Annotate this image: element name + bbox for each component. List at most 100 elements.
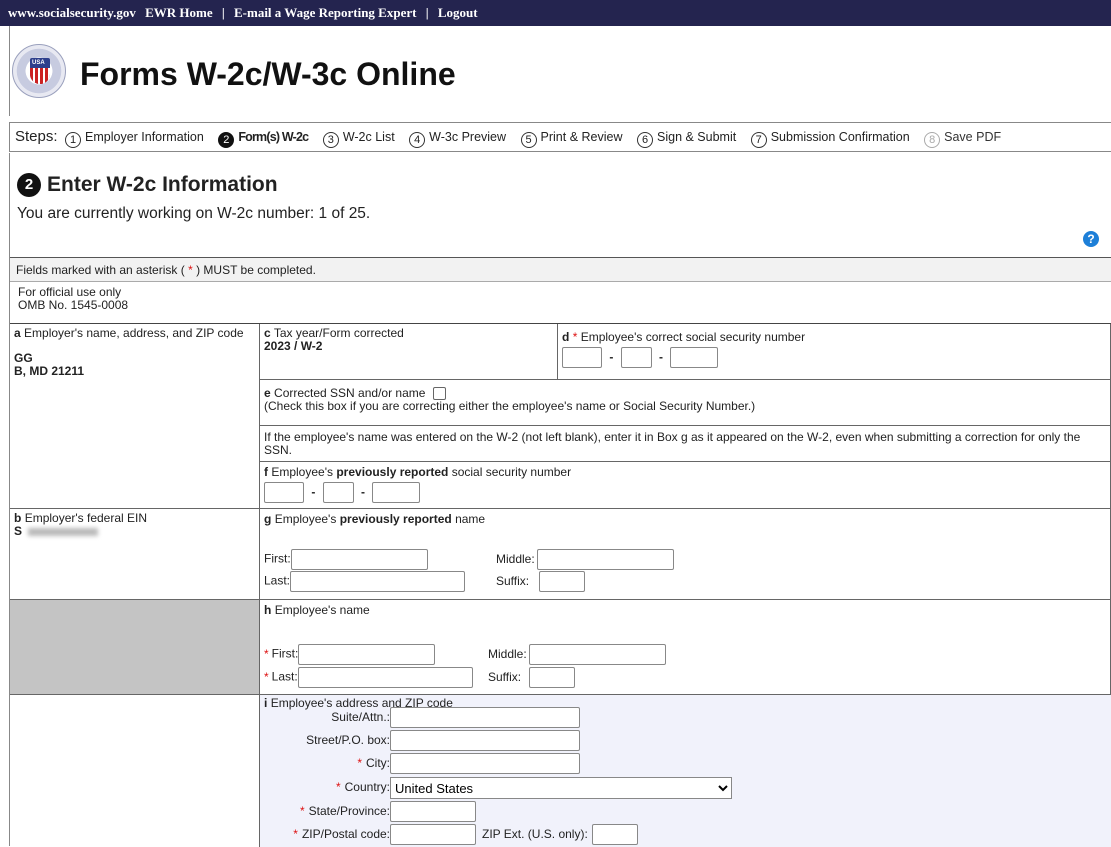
step-employer-information[interactable]: 1 Employer Information xyxy=(65,130,204,148)
step-label: Sign & Submit xyxy=(657,130,737,144)
asterisk: * xyxy=(335,780,341,795)
state-input[interactable] xyxy=(390,801,476,822)
required-notice: Fields marked with an asterisk ( * ) MUS… xyxy=(10,258,1111,282)
seal-text: USA xyxy=(32,60,45,66)
suffix-input[interactable] xyxy=(529,667,576,688)
ewr-home-link[interactable]: EWR Home xyxy=(145,5,213,20)
box-letter: f xyxy=(264,465,268,479)
step-label: W-2c List xyxy=(342,130,395,144)
official-use-row: For official use only OMB No. 1545-0008 xyxy=(10,282,1111,324)
box-g-previous-name: g Employee's previously reported name Fi… xyxy=(260,509,1111,600)
country-select[interactable]: United States xyxy=(390,777,732,799)
asterisk: * xyxy=(299,803,305,818)
ssn-area-input[interactable] xyxy=(562,347,602,368)
step-number-icon: 6 xyxy=(637,132,653,148)
step-number-icon: 8 xyxy=(924,132,941,148)
suffix-label: Suffix: xyxy=(488,669,522,684)
section-heading-text: Enter W-2c Information xyxy=(47,173,278,196)
step-w3c-preview[interactable]: 4 W-3c Preview xyxy=(409,130,506,148)
box-b-ein: b Employer's federal EIN S xyxy=(10,509,260,600)
state-label: * State/Province: xyxy=(264,804,390,818)
box-a-employer: a Employer's name, address, and ZIP code… xyxy=(10,324,260,509)
step-number-icon: 7 xyxy=(750,132,767,148)
first-name-input[interactable] xyxy=(298,644,436,665)
middle-name-input[interactable] xyxy=(528,644,666,665)
zip-label-text: ZIP/Postal code: xyxy=(301,826,390,841)
ssn-group-input[interactable] xyxy=(620,347,652,368)
country-label-text: Country: xyxy=(344,780,390,795)
prev-ssn-group-input[interactable] xyxy=(322,482,354,503)
suffix-label: Suffix: xyxy=(496,573,530,588)
w2c-form: Fields marked with an asterisk ( * ) MUS… xyxy=(10,257,1111,847)
prev-ssn-area-input[interactable] xyxy=(264,482,304,503)
last-name-input[interactable] xyxy=(297,667,473,688)
dash: - xyxy=(361,484,366,499)
step-label: Form(s) W-2c xyxy=(238,130,309,144)
step-label: Submission Confirmation xyxy=(770,130,910,144)
dash: - xyxy=(609,349,614,364)
street-label: Street/P.O. box: xyxy=(306,732,390,747)
step-forms-w2c[interactable]: 2 Form(s) W-2c xyxy=(218,130,309,148)
step-submission-confirmation[interactable]: 7 Submission Confirmation xyxy=(750,130,910,148)
step-print-review[interactable]: 5 Print & Review xyxy=(520,130,623,148)
prev-middle-name-input[interactable] xyxy=(536,549,674,570)
asterisk: * xyxy=(572,330,578,344)
prev-first-name-input[interactable] xyxy=(290,549,428,570)
help-icon[interactable]: ? xyxy=(1083,231,1099,247)
step-w2c-list[interactable]: 3 W-2c List xyxy=(322,130,395,148)
page: www.socialsecurity.gov EWR Home | E-mail… xyxy=(0,0,1111,847)
step-sign-submit[interactable]: 6 Sign & Submit xyxy=(637,130,736,148)
zip-input[interactable] xyxy=(390,824,476,845)
suite-input[interactable] xyxy=(390,707,580,728)
box-d-correct-ssn: d * Employee's correct social security n… xyxy=(558,324,1111,380)
tax-year-value: 2023 / W-2 xyxy=(264,339,323,353)
prev-suffix-input[interactable] xyxy=(539,571,586,592)
employer-address: B, MD 21211 xyxy=(14,364,85,378)
box-i-left-blank xyxy=(10,695,260,847)
box-e-label: Corrected SSN and/or name xyxy=(274,386,426,400)
box-g-bold: previously reported xyxy=(339,512,452,526)
box-letter: g xyxy=(264,512,272,526)
city-input[interactable] xyxy=(390,753,580,774)
steps-label: Steps: xyxy=(15,128,58,145)
site-link[interactable]: www.socialsecurity.gov xyxy=(8,5,136,20)
ein-prefix: S xyxy=(14,524,23,538)
logout-link[interactable]: Logout xyxy=(438,5,478,20)
zip-ext-input[interactable] xyxy=(591,824,638,845)
prev-ssn-serial-input[interactable] xyxy=(372,482,421,503)
nav-separator: | xyxy=(221,5,225,20)
step-number-icon: 2 xyxy=(218,132,235,148)
box-g-label-end: name xyxy=(455,512,486,526)
asterisk: * xyxy=(264,669,269,684)
step-label: W-3c Preview xyxy=(429,130,507,144)
street-input[interactable] xyxy=(390,730,580,751)
official-use-label: For official use only xyxy=(18,285,122,299)
box-f-previous-ssn: f Employee's previously reported social … xyxy=(260,462,1111,509)
box-letter: h xyxy=(264,603,272,617)
page-header: USA Forms W-2c/W-3c Online xyxy=(9,26,1111,116)
last-label: Last: xyxy=(264,573,291,588)
box-i-employee-address: i Employee's address and ZIP code Suite/… xyxy=(260,695,1111,847)
step-number-icon: 3 xyxy=(322,132,339,148)
box-letter: d xyxy=(562,330,570,344)
zip-label: * ZIP/Postal code: xyxy=(264,827,390,841)
asterisk: * xyxy=(188,263,193,277)
box-b-label: Employer's federal EIN xyxy=(24,511,148,525)
prev-last-name-input[interactable] xyxy=(290,571,466,592)
nav-separator: | xyxy=(425,5,429,20)
state-label-text: State/Province: xyxy=(308,803,390,818)
working-status: You are currently working on W-2c number… xyxy=(17,205,371,222)
box-h-employee-name: h Employee's name * First: Middle: * Last:… xyxy=(260,600,1111,695)
steps-bar: Steps: 1 Employer Information 2 Form(s) W-… xyxy=(9,122,1111,152)
box-c-tax-year: c Tax year/Form corrected 2023 / W-2 xyxy=(260,324,558,380)
first-label: First: xyxy=(264,551,291,566)
ssn-serial-input[interactable] xyxy=(670,347,719,368)
box-f-bold: previously reported xyxy=(336,465,449,479)
email-expert-link[interactable]: E-mail a Wage Reporting Expert xyxy=(234,5,416,20)
dash: - xyxy=(659,349,664,364)
omb-number: OMB No. 1545-0008 xyxy=(18,298,129,312)
last-label: Last: xyxy=(271,669,298,684)
box-e-note: (Check this box if you are correcting ei… xyxy=(264,399,756,414)
box-d-label: Employee's correct social security numbe… xyxy=(580,330,806,344)
box-letter: e xyxy=(264,386,271,400)
